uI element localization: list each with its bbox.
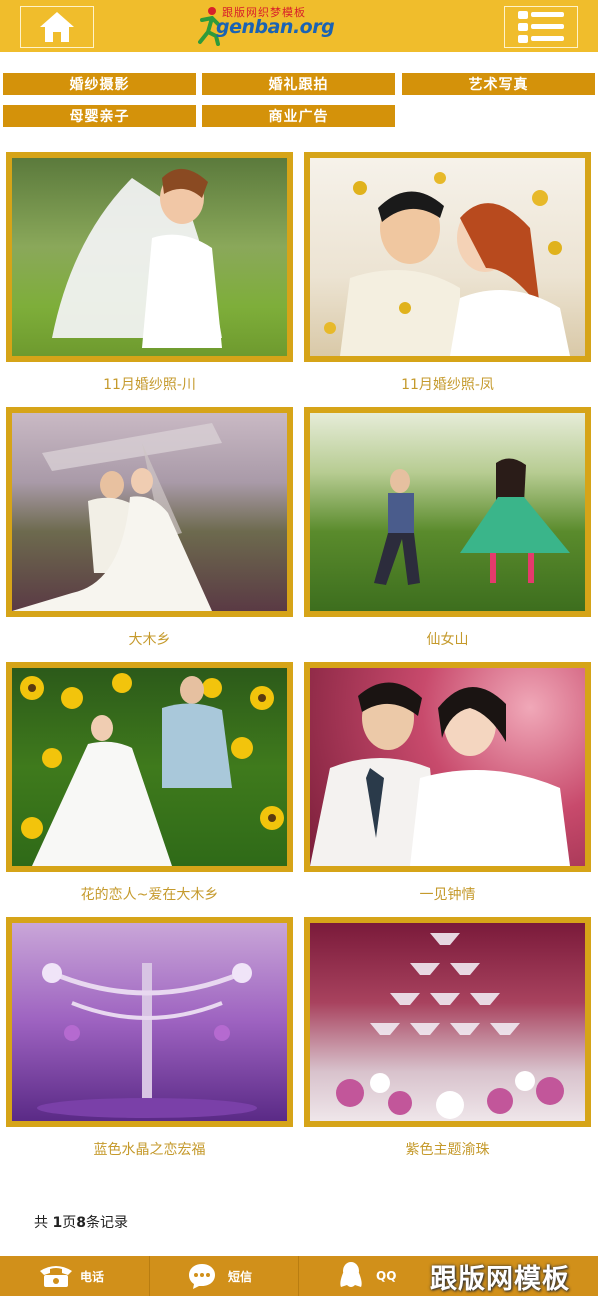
menu-icon — [518, 11, 564, 43]
page: 跟版网织梦模板 genban.org 婚纱摄影 婚礼跟拍 艺术写真 母婴亲子 商… — [0, 0, 598, 1296]
phone-button[interactable]: 电话 — [38, 1256, 104, 1296]
menu-button[interactable] — [504, 6, 578, 48]
photo-caption[interactable]: 紫色主题渝珠 — [304, 1127, 591, 1171]
phone-label: 电话 — [80, 1269, 105, 1284]
gallery-item[interactable]: 一见钟情 — [304, 662, 591, 916]
sms-button[interactable]: 短信 — [188, 1256, 252, 1296]
photo-green-field[interactable] — [12, 158, 287, 356]
category-mother-baby[interactable]: 母婴亲子 — [3, 105, 196, 127]
photo-caption[interactable]: 蓝色水晶之恋宏福 — [6, 1127, 293, 1171]
category-wedding-photo[interactable]: 婚纱摄影 — [3, 73, 196, 95]
photo-purple-crystal[interactable] — [12, 923, 287, 1121]
photo-frame — [304, 407, 591, 617]
gallery-item[interactable]: 仙女山 — [304, 407, 591, 661]
site-watermark: 跟版网模板 — [430, 1263, 570, 1295]
category-wedding-follow[interactable]: 婚礼跟拍 — [202, 73, 395, 95]
category-art-portrait[interactable]: 艺术写真 — [402, 73, 595, 95]
photo-frame — [6, 917, 293, 1127]
photo-caption[interactable]: 仙女山 — [304, 617, 591, 661]
photo-caption[interactable]: 大木乡 — [6, 617, 293, 661]
photo-frame — [304, 917, 591, 1127]
gallery-item[interactable]: 蓝色水晶之恋宏福 — [6, 917, 293, 1171]
photo-frame — [6, 152, 293, 362]
photo-sunflowers[interactable] — [12, 668, 287, 866]
gallery-item[interactable]: 11月婚纱照-川 — [6, 152, 293, 406]
sms-label: 短信 — [228, 1269, 253, 1284]
top-bar: 跟版网织梦模板 genban.org — [0, 0, 598, 52]
photo-frame — [6, 407, 293, 617]
pager-prefix: 共 — [34, 1215, 53, 1231]
logo-wordmark: genban.org — [216, 16, 335, 38]
phone-icon — [40, 1266, 72, 1287]
pager-mid: 页 — [62, 1215, 77, 1231]
photo-caption[interactable]: 11月婚纱照-川 — [6, 362, 293, 406]
footer-divider — [149, 1256, 150, 1296]
qq-button[interactable]: QQ — [338, 1256, 396, 1296]
pagination-info: 共 1页8条记录 — [34, 1212, 128, 1232]
photo-caption[interactable]: 一见钟情 — [304, 872, 591, 916]
photo-autumn-leaves[interactable] — [310, 158, 585, 356]
pager-suffix: 条记录 — [85, 1215, 128, 1231]
photo-caption[interactable]: 花的恋人~爱在大木乡 — [6, 872, 293, 916]
chat-bubble-icon — [189, 1264, 215, 1289]
photo-champagne-tower[interactable] — [310, 923, 585, 1121]
pager-count: 8 — [76, 1215, 86, 1231]
home-icon — [40, 12, 74, 42]
footer-divider — [298, 1256, 299, 1296]
gallery-item[interactable]: 花的恋人~爱在大木乡 — [6, 662, 293, 916]
photo-blossom[interactable] — [310, 668, 585, 866]
photo-meadow[interactable] — [310, 413, 585, 611]
gallery-item[interactable]: 11月婚纱照-凤 — [304, 152, 591, 406]
photo-frame — [304, 662, 591, 872]
photo-windmill[interactable] — [12, 413, 287, 611]
gallery-item[interactable]: 大木乡 — [6, 407, 293, 661]
photo-caption[interactable]: 11月婚纱照-凤 — [304, 362, 591, 406]
qq-label: QQ — [376, 1269, 397, 1283]
qq-penguin-icon — [340, 1262, 362, 1287]
photo-frame — [304, 152, 591, 362]
category-commercial[interactable]: 商业广告 — [202, 105, 395, 127]
gallery-item[interactable]: 紫色主题渝珠 — [304, 917, 591, 1171]
pager-pages: 1 — [52, 1215, 63, 1231]
site-logo[interactable]: 跟版网织梦模板 genban.org — [198, 4, 335, 48]
home-button[interactable] — [20, 6, 94, 48]
photo-frame — [6, 662, 293, 872]
